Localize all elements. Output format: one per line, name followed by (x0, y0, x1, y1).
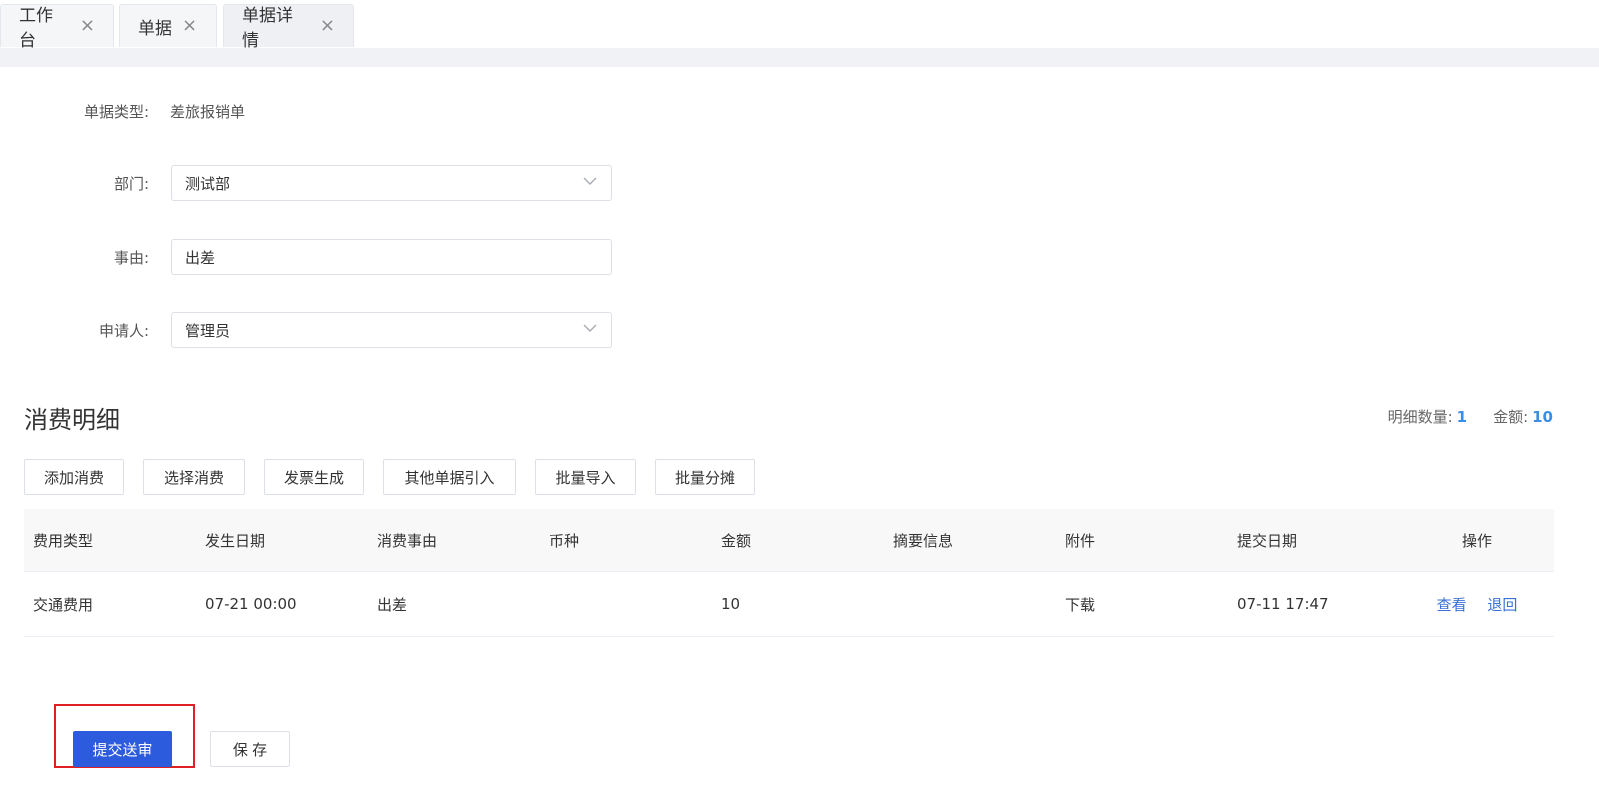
cell-date: 07-21 00:00 (205, 595, 297, 613)
chevron-down-icon (583, 324, 597, 332)
chevron-down-icon (583, 177, 597, 185)
reason-field-wrapper (171, 239, 612, 275)
department-select[interactable]: 测试部 (171, 165, 612, 201)
invoice-generate-button[interactable]: 发票生成 (264, 459, 364, 495)
tab-workbench[interactable]: 工作台 × (0, 4, 114, 51)
column-header: 币种 (549, 531, 580, 550)
column-header: 附件 (1065, 531, 1096, 550)
column-header: 操作 (1461, 531, 1492, 550)
column-header: 费用类型 (33, 531, 94, 550)
form-row-applicant: 申请人: 管理员 (0, 312, 612, 348)
select-expense-button[interactable]: 选择消费 (143, 459, 245, 495)
tab-documents[interactable]: 单据 × (119, 4, 217, 47)
attachment-download[interactable]: 下载 (1056, 594, 1228, 615)
column-header: 金额 (721, 531, 752, 550)
cell-operations: 查看 退回 (1400, 594, 1554, 615)
detail-count-value: 1 (1456, 407, 1468, 426)
tab-label: 工作台 (19, 6, 53, 51)
applicant-value: 管理员 (185, 321, 231, 340)
submit-for-review-button[interactable]: 提交送审 (73, 731, 172, 767)
return-link[interactable]: 退回 (1487, 596, 1517, 614)
tab-label: 单据详情 (242, 6, 293, 51)
column-header: 提交日期 (1237, 531, 1298, 550)
cell-reason: 出差 (377, 595, 408, 614)
amount-value: 10 (1532, 407, 1553, 426)
cell-expense-type: 交通费用 (33, 595, 94, 614)
form-row-doc-type: 单据类型: 差旅报销单 (0, 100, 245, 122)
batch-allocate-button[interactable]: 批量分摊 (655, 459, 755, 495)
batch-import-button[interactable]: 批量导入 (535, 459, 636, 495)
table-row: 交通费用 07-21 00:00 出差 10 下载 07-11 17:47 查看… (24, 572, 1554, 637)
close-icon[interactable]: × (320, 17, 335, 35)
department-value: 测试部 (185, 174, 231, 193)
applicant-label: 申请人: (98, 321, 149, 340)
close-icon[interactable]: × (80, 17, 95, 35)
column-header: 发生日期 (205, 531, 266, 550)
applicant-select[interactable]: 管理员 (171, 312, 612, 348)
close-icon[interactable]: × (182, 17, 197, 35)
tab-document-detail[interactable]: 单据详情 × (223, 4, 354, 51)
tab-bar: 工作台 × 单据 × 单据详情 × (0, 0, 1599, 51)
save-button[interactable]: 保 存 (210, 731, 290, 767)
expense-table: 费用类型 发生日期 消费事由 币种 金额 摘要信息 附件 提交日期 操作 交通费… (24, 509, 1554, 637)
import-other-doc-button[interactable]: 其他单据引入 (383, 459, 516, 495)
section-title: 消费明细 (24, 406, 120, 434)
reason-input[interactable] (185, 248, 585, 266)
table-header: 费用类型 发生日期 消费事由 币种 金额 摘要信息 附件 提交日期 操作 (24, 509, 1554, 572)
column-header: 摘要信息 (893, 531, 954, 550)
form-row-reason: 事由: (0, 239, 612, 275)
expense-toolbar: 添加消费 选择消费 发票生成 其他单据引入 批量导入 批量分摊 (24, 459, 774, 495)
department-label: 部门: (113, 174, 149, 193)
add-expense-button[interactable]: 添加消费 (24, 459, 124, 495)
tab-label: 单据 (138, 18, 172, 39)
header-divider-band (0, 48, 1599, 67)
doc-type-label: 单据类型: (83, 102, 149, 121)
doc-type-value: 差旅报销单 (170, 102, 246, 121)
form-row-department: 部门: 测试部 (0, 165, 612, 201)
cell-submit-date: 07-11 17:47 (1237, 595, 1329, 613)
amount-label: 金额: (1493, 408, 1529, 426)
column-header: 消费事由 (377, 531, 438, 550)
detail-count-label: 明细数量: (1387, 408, 1453, 426)
view-link[interactable]: 查看 (1437, 596, 1467, 614)
summary: 明细数量: 1 金额: 10 (1388, 406, 1553, 427)
cell-amount: 10 (721, 595, 741, 613)
reason-label: 事由: (113, 248, 149, 267)
